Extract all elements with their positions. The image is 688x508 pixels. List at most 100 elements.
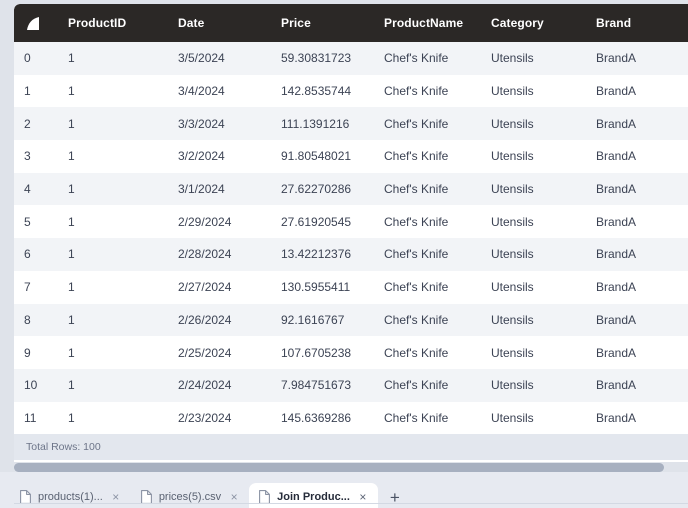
cell-productname[interactable]: Chef's Knife <box>374 271 481 304</box>
header-cell-index[interactable] <box>14 4 58 42</box>
row-index-cell[interactable]: 7 <box>14 271 58 304</box>
cell-date[interactable]: 2/27/2024 <box>168 271 271 304</box>
cell-category[interactable]: Utensils <box>481 238 586 271</box>
cell-price[interactable]: 91.80548021 <box>271 140 374 173</box>
cell-price[interactable]: 92.1616767 <box>271 304 374 337</box>
cell-brand[interactable]: BrandA <box>586 304 688 337</box>
cell-productid[interactable]: 1 <box>58 402 168 435</box>
cell-category[interactable]: Utensils <box>481 173 586 206</box>
cell-date[interactable]: 2/28/2024 <box>168 238 271 271</box>
cell-productname[interactable]: Chef's Knife <box>374 107 481 140</box>
cell-productname[interactable]: Chef's Knife <box>374 75 481 108</box>
tab-2[interactable]: Join Produc... × <box>249 483 378 508</box>
cell-price[interactable]: 27.61920545 <box>271 205 374 238</box>
cell-category[interactable]: Utensils <box>481 271 586 304</box>
cell-brand[interactable]: BrandA <box>586 75 688 108</box>
row-index-cell[interactable]: 9 <box>14 336 58 369</box>
cell-date[interactable]: 3/1/2024 <box>168 173 271 206</box>
tab-close-icon[interactable]: × <box>357 491 369 503</box>
tab-close-icon[interactable]: × <box>110 491 122 503</box>
row-index-cell[interactable]: 0 <box>14 42 58 75</box>
table-row[interactable]: 0 1 3/5/2024 59.30831723 Chef's Knife Utensil… <box>14 42 688 75</box>
table-row[interactable]: 10 1 2/24/2024 7.984751673 Chef's Knife Utens… <box>14 368 688 402</box>
cell-productid[interactable]: 1 <box>58 42 168 75</box>
table-row[interactable]: 4 1 3/1/2024 27.62270286 Chef's Knife Utensil… <box>14 172 688 206</box>
cell-brand[interactable]: BrandA <box>586 336 688 369</box>
row-index-cell[interactable]: 8 <box>14 304 58 337</box>
table-row[interactable]: 7 1 2/27/2024 130.5955411 Chef's Knife Utensi… <box>14 270 688 304</box>
cell-category[interactable]: Utensils <box>481 336 586 369</box>
add-tab-button[interactable]: + <box>382 483 408 508</box>
cell-category[interactable]: Utensils <box>481 140 586 173</box>
cell-brand[interactable]: BrandA <box>586 42 688 75</box>
row-index-cell[interactable]: 6 <box>14 238 58 271</box>
cell-productname[interactable]: Chef's Knife <box>374 140 481 173</box>
cell-date[interactable]: 2/24/2024 <box>168 369 271 402</box>
cell-price[interactable]: 107.6705238 <box>271 336 374 369</box>
row-index-cell[interactable]: 11 <box>14 402 58 435</box>
cell-date[interactable]: 3/4/2024 <box>168 75 271 108</box>
header-cell-category[interactable]: Category <box>481 4 586 42</box>
row-index-cell[interactable]: 10 <box>14 369 58 402</box>
tab-1[interactable]: prices(5).csv × <box>131 483 249 508</box>
cell-productid[interactable]: 1 <box>58 336 168 369</box>
cell-productid[interactable]: 1 <box>58 140 168 173</box>
cell-productid[interactable]: 1 <box>58 75 168 108</box>
table-row[interactable]: 2 1 3/3/2024 111.1391216 Chef's Knife Utensil… <box>14 107 688 141</box>
header-cell-productid[interactable]: ProductID <box>58 4 168 42</box>
cell-productname[interactable]: Chef's Knife <box>374 42 481 75</box>
table-row[interactable]: 5 1 2/29/2024 27.61920545 Chef's Knife Utensi… <box>14 205 688 239</box>
row-index-cell[interactable]: 1 <box>14 75 58 108</box>
row-index-cell[interactable]: 3 <box>14 140 58 173</box>
cell-productid[interactable]: 1 <box>58 205 168 238</box>
cell-date[interactable]: 2/25/2024 <box>168 336 271 369</box>
header-cell-productname[interactable]: ProductName <box>374 4 481 42</box>
header-cell-brand[interactable]: Brand <box>586 4 688 42</box>
cell-productname[interactable]: Chef's Knife <box>374 402 481 435</box>
cell-category[interactable]: Utensils <box>481 205 586 238</box>
row-index-cell[interactable]: 2 <box>14 107 58 140</box>
cell-productname[interactable]: Chef's Knife <box>374 205 481 238</box>
horizontal-scrollbar-thumb[interactable] <box>14 463 664 472</box>
cell-category[interactable]: Utensils <box>481 42 586 75</box>
cell-category[interactable]: Utensils <box>481 107 586 140</box>
cell-brand[interactable]: BrandA <box>586 205 688 238</box>
header-cell-price[interactable]: Price <box>271 4 374 42</box>
cell-brand[interactable]: BrandA <box>586 369 688 402</box>
cell-category[interactable]: Utensils <box>481 402 586 435</box>
cell-productid[interactable]: 1 <box>58 238 168 271</box>
cell-productname[interactable]: Chef's Knife <box>374 369 481 402</box>
cell-date[interactable]: 3/2/2024 <box>168 140 271 173</box>
cell-productname[interactable]: Chef's Knife <box>374 304 481 337</box>
cell-brand[interactable]: BrandA <box>586 173 688 206</box>
cell-productname[interactable]: Chef's Knife <box>374 336 481 369</box>
tab-0[interactable]: products(1)... × <box>10 483 131 508</box>
cell-price[interactable]: 142.8535744 <box>271 75 374 108</box>
table-row[interactable]: 11 1 2/23/2024 145.6369286 Chef's Knife Utens… <box>14 401 688 435</box>
table-row[interactable]: 6 1 2/28/2024 13.42212376 Chef's Knife Utensi… <box>14 238 688 271</box>
cell-productid[interactable]: 1 <box>58 107 168 140</box>
cell-price[interactable]: 111.1391216 <box>271 107 374 140</box>
table-row[interactable]: 3 1 3/2/2024 91.80548021 Chef's Knife Utensil… <box>14 140 688 173</box>
table-row[interactable]: 1 1 3/4/2024 142.8535744 Chef's Knife Utensil… <box>14 74 688 108</box>
cell-category[interactable]: Utensils <box>481 369 586 402</box>
row-index-cell[interactable]: 5 <box>14 205 58 238</box>
cell-date[interactable]: 3/5/2024 <box>168 42 271 75</box>
cell-price[interactable]: 130.5955411 <box>271 271 374 304</box>
cell-price[interactable]: 7.984751673 <box>271 369 374 402</box>
cell-productid[interactable]: 1 <box>58 271 168 304</box>
cell-brand[interactable]: BrandA <box>586 271 688 304</box>
cell-productid[interactable]: 1 <box>58 369 168 402</box>
cell-productname[interactable]: Chef's Knife <box>374 238 481 271</box>
table-row[interactable]: 8 1 2/26/2024 92.1616767 Chef's Knife Utensil… <box>14 303 688 337</box>
cell-price[interactable]: 27.62270286 <box>271 173 374 206</box>
cell-date[interactable]: 3/3/2024 <box>168 107 271 140</box>
table-row[interactable]: 9 1 2/25/2024 107.6705238 Chef's Knife Utensi… <box>14 336 688 369</box>
cell-date[interactable]: 2/29/2024 <box>168 205 271 238</box>
cell-date[interactable]: 2/26/2024 <box>168 304 271 337</box>
header-cell-date[interactable]: Date <box>168 4 271 42</box>
cell-brand[interactable]: BrandA <box>586 140 688 173</box>
tab-close-icon[interactable]: × <box>228 491 240 503</box>
cell-price[interactable]: 59.30831723 <box>271 42 374 75</box>
cell-brand[interactable]: BrandA <box>586 402 688 435</box>
